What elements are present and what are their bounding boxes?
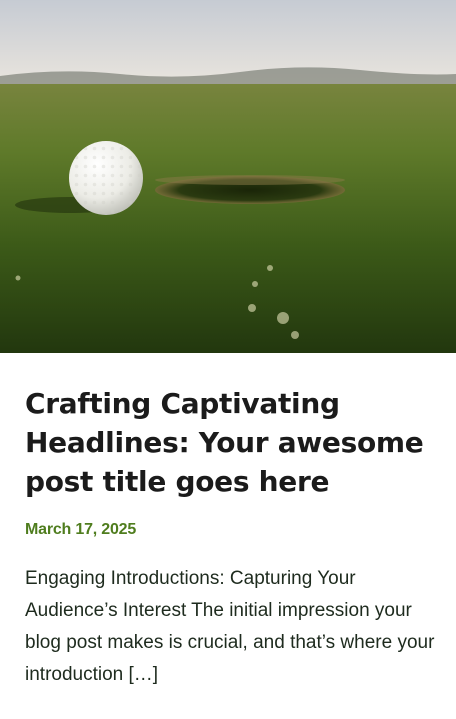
post-excerpt: Engaging Introductions: Capturing Your A…	[25, 568, 435, 685]
post-featured-image[interactable]	[0, 0, 456, 353]
golf-ball-photo	[0, 0, 456, 353]
post-card: Crafting Captivating Headlines: Your awe…	[0, 0, 456, 719]
post-title[interactable]: Crafting Captivating Headlines: Your awe…	[25, 384, 435, 501]
post-date[interactable]: March 17, 2025	[25, 519, 136, 541]
